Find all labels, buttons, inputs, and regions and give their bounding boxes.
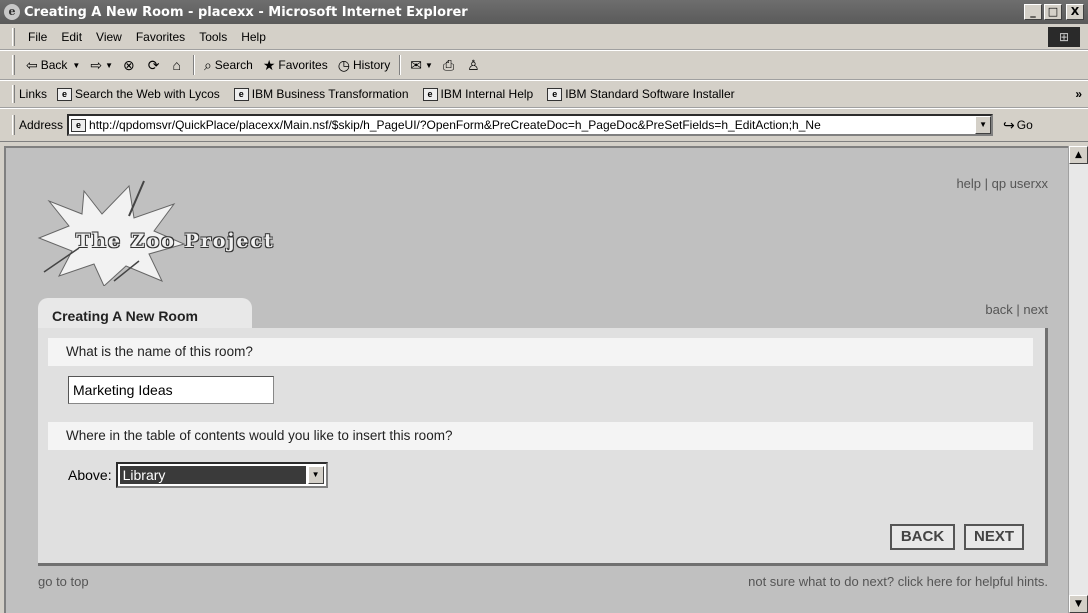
- menu-favorites[interactable]: Favorites: [129, 30, 192, 44]
- above-selected-value: Library: [119, 466, 306, 484]
- minimize-button[interactable]: _: [1024, 4, 1042, 20]
- print-icon: ⎙: [442, 56, 455, 73]
- back-button-form[interactable]: BACK: [890, 524, 955, 550]
- menu-bar: File Edit View Favorites Tools Help ⊞: [0, 24, 1088, 50]
- title-bar: e Creating A New Room - placexx - Micros…: [0, 0, 1088, 24]
- next-link[interactable]: next: [1023, 302, 1048, 317]
- question-toc-position: Where in the table of contents would you…: [48, 422, 1033, 450]
- mail-icon: ✉: [410, 56, 423, 73]
- forward-dropdown-icon[interactable]: ▼: [105, 61, 113, 70]
- scroll-down-icon[interactable]: ▼: [1069, 595, 1088, 613]
- forward-arrow-icon: ⇨: [90, 56, 103, 73]
- go-button[interactable]: ↪ Go: [1003, 117, 1033, 134]
- search-icon: ⌕: [203, 56, 212, 73]
- menu-file[interactable]: File: [21, 30, 54, 44]
- favorites-icon: ★: [262, 56, 276, 73]
- back-button[interactable]: ⇦ Back ▼: [21, 57, 85, 74]
- page-icon: e: [233, 87, 249, 101]
- messenger-button[interactable]: ♙: [462, 57, 488, 74]
- question-room-name: What is the name of this room?: [48, 338, 1033, 366]
- go-to-top-link[interactable]: go to top: [38, 574, 89, 589]
- search-button[interactable]: ⌕ Search: [199, 57, 258, 74]
- address-bar: Address e http://qpdomsvr/QuickPlace/pla…: [0, 108, 1088, 142]
- above-row: Above: Library ▼: [68, 462, 328, 488]
- vertical-scrollbar[interactable]: ▲ ▼: [1068, 146, 1088, 613]
- messenger-icon: ♙: [467, 56, 480, 73]
- print-button[interactable]: ⎙: [438, 57, 462, 74]
- forward-button[interactable]: ⇨ ▼: [85, 57, 118, 74]
- helpful-hints-link[interactable]: not sure what to do next? click here for…: [748, 574, 1048, 589]
- history-icon: ◷: [337, 56, 350, 73]
- room-name-input[interactable]: Marketing Ideas: [68, 376, 274, 404]
- address-url: http://qpdomsvr/QuickPlace/placexx/Main.…: [89, 118, 821, 132]
- mail-dropdown-icon[interactable]: ▼: [425, 61, 433, 70]
- back-next-links: back | next: [985, 302, 1048, 317]
- ie-icon: e: [4, 4, 20, 20]
- stop-icon: ⊗: [123, 56, 135, 73]
- page-title-tab: Creating A New Room: [38, 298, 252, 330]
- refresh-button[interactable]: ⟳: [143, 57, 168, 74]
- logo-text: The Zoo Project: [76, 230, 275, 252]
- address-input[interactable]: e http://qpdomsvr/QuickPlace/placexx/Mai…: [67, 114, 994, 136]
- home-button[interactable]: ⌂: [167, 57, 188, 73]
- page-icon: e: [71, 118, 87, 132]
- close-button[interactable]: X: [1066, 4, 1084, 20]
- chevron-right-icon[interactable]: »: [1075, 87, 1082, 101]
- page-icon: e: [57, 87, 73, 101]
- form-panel: What is the name of this room? Marketing…: [38, 328, 1048, 566]
- links-label[interactable]: Links: [19, 87, 53, 101]
- menu-view[interactable]: View: [89, 30, 129, 44]
- home-icon: ⌂: [172, 57, 181, 73]
- windows-logo-icon: ⊞: [1048, 27, 1080, 47]
- mail-button[interactable]: ✉ ▼: [405, 57, 438, 74]
- menu-tools[interactable]: Tools: [192, 30, 234, 44]
- next-button-form[interactable]: NEXT: [964, 524, 1024, 550]
- address-label: Address: [19, 118, 64, 132]
- menu-help[interactable]: Help: [234, 30, 273, 44]
- go-arrow-icon: ↪: [1003, 116, 1015, 133]
- page-icon: e: [422, 87, 438, 101]
- link-ibm-internal-help[interactable]: e IBM Internal Help: [419, 87, 544, 101]
- above-label: Above:: [68, 467, 112, 483]
- above-select[interactable]: Library ▼: [115, 462, 328, 488]
- standard-toolbar: ⇦ Back ▼ ⇨ ▼ ⊗ ⟳ ⌂ ⌕ Search ★ Favorites ◷ Hist…: [0, 50, 1088, 80]
- link-ibm-software-installer[interactable]: e IBM Standard Software Installer: [543, 87, 744, 101]
- links-bar: Links e Search the Web with Lycos e IBM Bu…: [0, 80, 1088, 108]
- window-title: Creating A New Room - placexx - Microsof…: [24, 4, 468, 20]
- history-button[interactable]: ◷ History: [333, 57, 396, 74]
- top-links: help | qp userxx: [956, 176, 1048, 191]
- address-dropdown-icon[interactable]: ▼: [975, 116, 992, 134]
- page-viewport: The Zoo Project help | qp userxx Creatin…: [4, 146, 1068, 613]
- menu-edit[interactable]: Edit: [54, 30, 89, 44]
- link-lycos[interactable]: e Search the Web with Lycos: [53, 87, 230, 101]
- stop-button[interactable]: ⊗: [118, 57, 143, 74]
- back-arrow-icon: ⇦: [26, 56, 38, 73]
- help-link[interactable]: help: [956, 176, 981, 191]
- scroll-up-icon[interactable]: ▲: [1069, 146, 1088, 164]
- chevron-down-icon[interactable]: ▼: [307, 466, 324, 484]
- back-dropdown-icon[interactable]: ▼: [72, 61, 80, 70]
- refresh-icon: ⟳: [147, 56, 160, 73]
- user-link[interactable]: qp userxx: [992, 176, 1048, 191]
- page-icon: e: [547, 87, 563, 101]
- back-link[interactable]: back: [985, 302, 1012, 317]
- favorites-button[interactable]: ★ Favorites: [258, 57, 333, 74]
- link-ibm-business-transformation[interactable]: e IBM Business Transformation: [230, 87, 419, 101]
- maximize-button[interactable]: □: [1044, 4, 1062, 20]
- page-title: Creating A New Room: [52, 308, 198, 324]
